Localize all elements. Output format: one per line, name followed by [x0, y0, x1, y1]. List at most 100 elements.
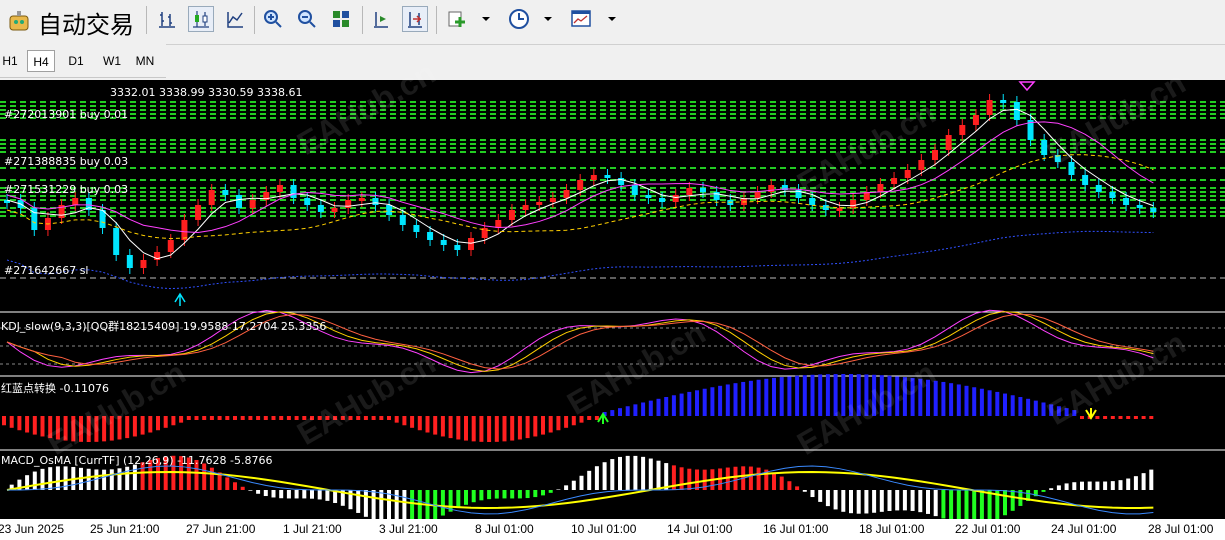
bar-chart-button[interactable] [154, 6, 180, 32]
candle-body [358, 198, 365, 201]
candle-body [522, 205, 529, 210]
signal-bar [379, 416, 384, 420]
candle-body [850, 200, 857, 208]
signal-bar [1033, 400, 1038, 416]
candle-body [590, 175, 597, 180]
signal-bar [564, 416, 569, 428]
signal-bar [748, 380, 753, 416]
signal-bar [979, 388, 984, 416]
timeframe-h1[interactable]: H1 [0, 50, 20, 72]
signal-bar [225, 416, 230, 420]
time-axis-label: 8 Jul 01:00 [475, 522, 534, 536]
macd-histogram-bar [641, 456, 646, 490]
templates-dropdown[interactable] [604, 6, 620, 32]
templates-button[interactable] [568, 6, 594, 32]
chart-shift-button[interactable] [368, 6, 394, 32]
signal-bar [517, 416, 522, 440]
signal-bar [179, 416, 184, 423]
macd-histogram-bar [240, 486, 245, 490]
line-chart-button[interactable] [222, 6, 248, 32]
macd-histogram-bar [918, 490, 923, 513]
signal-bar [625, 406, 630, 416]
signal-bar [1126, 416, 1131, 419]
signal-bar [972, 387, 977, 416]
candle-body [1123, 198, 1130, 205]
time-axis-label: 14 Jul 01:00 [667, 522, 733, 536]
macd-histogram-bar [479, 490, 484, 501]
signal-bar [140, 416, 145, 435]
zoom-in-button[interactable] [260, 6, 286, 32]
candlestick-button[interactable] [188, 6, 214, 32]
candle-body [549, 198, 556, 202]
price-chart[interactable]: EAHub.cn EAHub.cn EAHub.cn EAHub.cn EAHu… [0, 54, 1225, 540]
signal-bar [1010, 395, 1015, 416]
ohlc-readout: 3332.01 3338.99 3330.59 3338.61 [110, 86, 303, 99]
signal-bar [256, 416, 261, 420]
signal-bar [171, 416, 176, 426]
signal-bar [17, 416, 22, 431]
candle-body [276, 185, 283, 192]
chart-canvas[interactable] [0, 80, 1225, 540]
periods-button[interactable] [506, 6, 532, 32]
candle-body [399, 215, 406, 225]
candle-body [972, 115, 979, 125]
timeframe-mn[interactable]: MN [132, 50, 158, 72]
indicator-dropdown[interactable] [478, 6, 494, 32]
zoom-out-button[interactable] [294, 6, 320, 32]
signal-bar [695, 390, 699, 416]
macd-histogram-bar [779, 476, 784, 490]
kdj-indicator-label: KDJ_slow(9,3,3)[QQ群18215409] 19.9588 17.… [1, 320, 327, 333]
candle-body [918, 160, 925, 170]
stop-loss-label: #271642667 sl [4, 264, 89, 277]
macd-histogram-bar [271, 490, 276, 498]
macd-histogram-bar [610, 459, 615, 490]
macd-histogram-bar [1110, 481, 1115, 490]
signal-bar [556, 416, 561, 431]
signal-bar [163, 416, 168, 428]
templates-icon [571, 10, 591, 27]
signal-bar [995, 391, 1000, 416]
signal-bar [456, 416, 461, 440]
tile-windows-button[interactable] [328, 6, 354, 32]
macd-histogram-bar [425, 490, 430, 523]
candle-body [454, 245, 461, 250]
macd-histogram-bar [1118, 480, 1123, 490]
macd-histogram-bar [1087, 481, 1092, 490]
macd-histogram-bar [625, 455, 630, 490]
signal-bar [610, 410, 615, 416]
signal-bar [510, 416, 515, 441]
autoscroll-button[interactable] [402, 6, 428, 32]
signal-bar [818, 374, 823, 416]
macd-histogram-bar [587, 470, 592, 490]
candle-body [304, 198, 311, 205]
macd-histogram-bar [810, 490, 815, 498]
macd-histogram-bar [879, 490, 884, 512]
candle-body [167, 240, 174, 252]
signal-bar [1141, 416, 1146, 419]
candle-body [113, 228, 120, 255]
macd-histogram-bar [125, 466, 130, 490]
signal-bar [772, 377, 776, 416]
signal-bar [756, 379, 761, 416]
macd-histogram-bar [571, 480, 576, 490]
timeframe-w1[interactable]: W1 [97, 50, 127, 72]
timeframe-h4[interactable]: H4 [27, 50, 55, 72]
signal-bar [286, 416, 291, 420]
add-indicator-button[interactable] [444, 6, 470, 32]
macd-histogram-bar [833, 490, 838, 510]
timeframe-d1[interactable]: D1 [62, 50, 90, 72]
macd-histogram-bar [756, 467, 761, 490]
signal-bar [279, 416, 284, 420]
candle-body [604, 175, 611, 178]
zoom-out-icon [298, 10, 316, 28]
periods-dropdown[interactable] [540, 6, 556, 32]
signal-bar [410, 416, 415, 428]
signal-bar [687, 391, 692, 416]
signal-bar [648, 400, 653, 416]
candle-body [945, 135, 952, 150]
macd-histogram-bar [256, 490, 261, 494]
candle-body [768, 185, 775, 192]
macd-histogram-bar [1149, 469, 1154, 490]
macd-histogram-bar [656, 460, 661, 490]
macd-histogram-bar [987, 490, 992, 522]
